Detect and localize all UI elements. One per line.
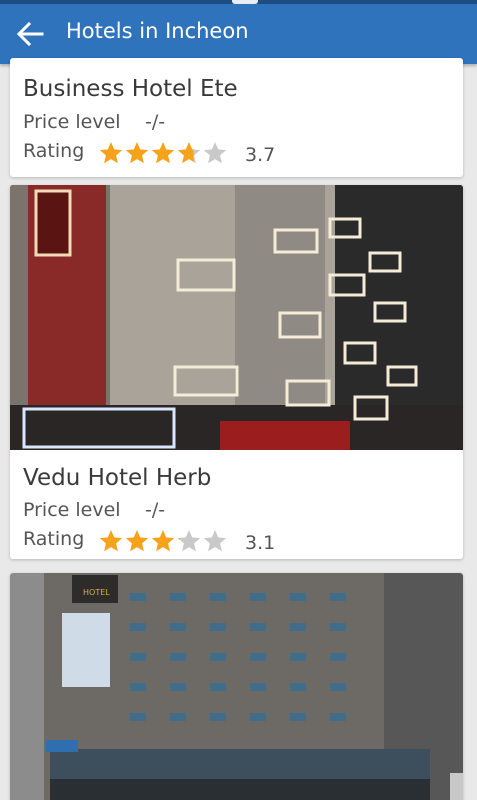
rating-label: Rating	[23, 528, 85, 550]
hotel-sign-text: HOTEL	[83, 588, 110, 597]
hotel-name: Vedu Hotel Herb	[23, 465, 212, 491]
hotel-card[interactable]: HOTEL	[10, 573, 463, 800]
rating-value: 3.1	[245, 532, 276, 554]
hotel-photo-image: HOTEL	[10, 573, 463, 800]
star-icon	[125, 530, 149, 552]
price-level-label: Price level	[23, 111, 121, 133]
star-icon	[177, 142, 201, 164]
price-level-label: Price level	[23, 499, 121, 521]
star-icon	[203, 530, 227, 552]
star-icon	[99, 530, 123, 552]
price-level-value: -/-	[145, 499, 166, 521]
hotel-name: Business Hotel Ete	[23, 76, 238, 102]
star-icon	[99, 142, 123, 164]
star-icon	[151, 142, 175, 164]
hotel-card[interactable]: Vedu Hotel Herb Price level -/- Rating 3…	[10, 185, 463, 559]
star-icon	[125, 142, 149, 164]
app-bar: Hotels in Incheon	[0, 4, 477, 64]
rating-value: 3.7	[245, 144, 276, 166]
hotel-photo[interactable]	[10, 185, 463, 450]
hotel-photo[interactable]: HOTEL	[10, 573, 463, 800]
hotel-card[interactable]: Business Hotel Ete Price level -/- Ratin…	[10, 58, 463, 177]
rating-stars	[98, 140, 228, 166]
arrow-left-icon	[16, 21, 44, 47]
star-icon	[151, 530, 175, 552]
page-title: Hotels in Incheon	[66, 19, 249, 43]
back-button[interactable]	[10, 16, 50, 52]
price-level-value: -/-	[145, 111, 166, 133]
star-icon	[203, 142, 227, 164]
rating-stars	[98, 528, 228, 554]
rating-label: Rating	[23, 140, 85, 162]
hotel-photo-image	[10, 185, 463, 450]
star-icon	[177, 530, 201, 552]
